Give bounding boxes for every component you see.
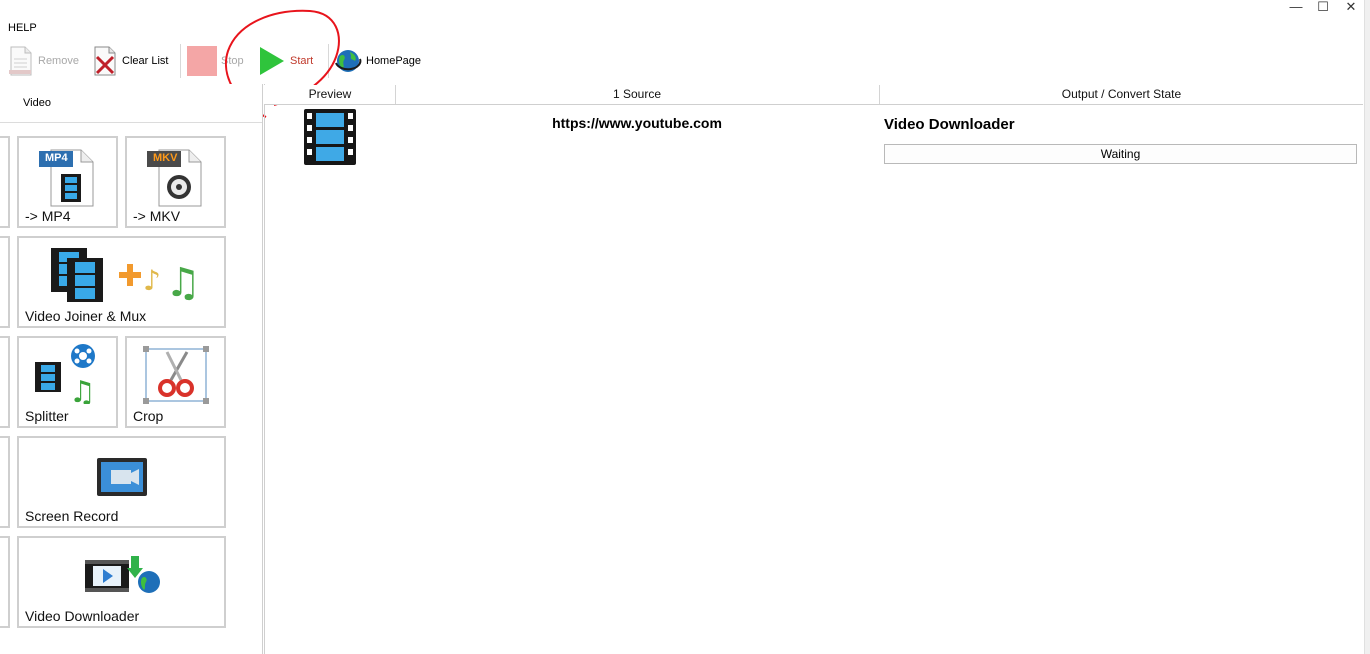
column-header-output-state[interactable]: Output / Convert State	[880, 85, 1363, 104]
toolbar-separator	[180, 44, 181, 78]
start-label: Start	[290, 55, 314, 67]
partial-tile[interactable]	[0, 536, 10, 628]
splitter-icon: ♫	[35, 344, 96, 404]
video-joiner-icon: ♪ ♫	[51, 248, 201, 306]
tile-splitter[interactable]: ♫ Splitter	[17, 336, 118, 428]
tile-to-mkv[interactable]: MKV -> MKV	[125, 136, 226, 228]
tile-screen-record[interactable]: Screen Record	[17, 436, 226, 528]
svg-text:♪: ♪	[143, 264, 161, 297]
tile-to-mp4[interactable]: MP4 -> MP4	[17, 136, 118, 228]
partial-tile[interactable]	[0, 236, 10, 328]
tile-crop[interactable]: Crop	[125, 336, 226, 428]
tile-label: Screen Record	[25, 508, 119, 524]
remove-button[interactable]: Remove	[8, 42, 79, 80]
play-icon	[260, 47, 284, 75]
stop-button[interactable]: Stop	[187, 42, 244, 80]
tile-label: -> MP4	[25, 208, 71, 224]
minimize-button[interactable]: —	[1281, 0, 1311, 14]
maximize-button[interactable]: ☐	[1308, 0, 1338, 14]
column-header-source[interactable]: 1 Source	[395, 85, 880, 104]
document-icon	[9, 46, 32, 76]
convert-state-progress: Waiting	[884, 144, 1357, 164]
tile-video-joiner-mux[interactable]: ♪ ♫ Video Joiner & Mux	[17, 236, 226, 328]
mkv-badge-text: MKV	[153, 152, 178, 164]
source-url: https://www.youtube.com	[552, 115, 722, 131]
svg-text:♫: ♫	[69, 375, 96, 404]
screen-record-icon	[97, 458, 147, 496]
tile-label: Crop	[133, 408, 164, 424]
mp4-badge-text: MP4	[45, 152, 68, 164]
tile-label: -> MKV	[133, 208, 181, 224]
tile-video-downloader[interactable]: Video Downloader	[17, 536, 226, 628]
close-button[interactable]: ✕	[1336, 0, 1366, 14]
output-title: Video Downloader	[884, 116, 1015, 133]
tile-label: Video Downloader	[25, 608, 140, 624]
globe-icon	[335, 50, 362, 72]
homepage-button[interactable]: HomePage	[334, 42, 421, 80]
partial-tile[interactable]	[0, 136, 10, 228]
stop-icon	[187, 46, 217, 76]
clear-list-label: Clear List	[122, 55, 169, 67]
start-button[interactable]: Start	[258, 42, 313, 80]
tile-label: Splitter	[25, 408, 69, 424]
film-strip-icon	[304, 109, 356, 165]
clear-list-icon	[94, 46, 116, 76]
crop-icon	[143, 346, 209, 404]
convert-state-text: Waiting	[1100, 147, 1141, 161]
video-downloader-icon	[85, 556, 160, 593]
menu-help[interactable]: HELP	[8, 22, 37, 34]
column-header-preview[interactable]: Preview	[265, 85, 396, 104]
tab-video[interactable]: Video	[23, 97, 51, 109]
homepage-label: HomePage	[366, 55, 422, 67]
file-list-table	[264, 84, 1365, 654]
svg-text:♫: ♫	[165, 260, 201, 306]
clear-list-button[interactable]: Clear List	[92, 42, 168, 80]
window-edge-scrollbar[interactable]	[1364, 0, 1370, 654]
remove-label: Remove	[38, 55, 79, 67]
partial-tile[interactable]	[0, 336, 10, 428]
tile-label: Video Joiner & Mux	[25, 308, 147, 324]
stop-label: Stop	[221, 55, 244, 67]
toolbar-separator	[328, 44, 329, 78]
partial-tile[interactable]	[0, 436, 10, 528]
